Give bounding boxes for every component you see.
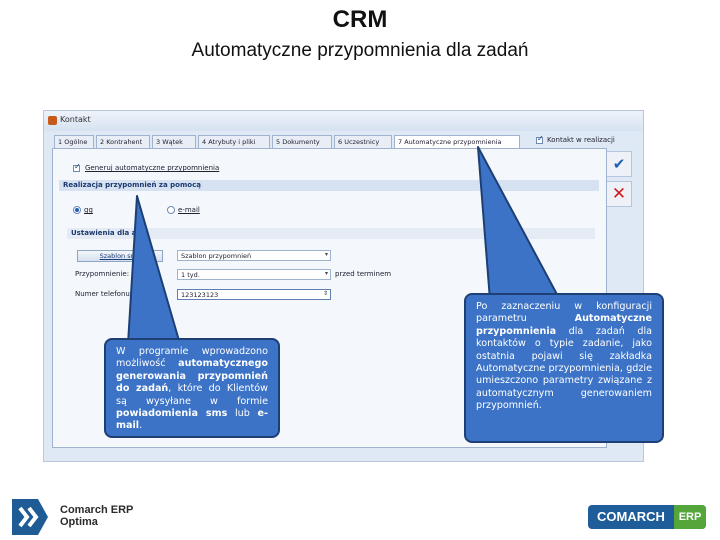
comarch-erp-logo: COMARCH ERP xyxy=(588,505,706,529)
logo-left-text: Comarch ERP Optima xyxy=(60,504,133,528)
right-callout-text-2: dla zadań dla kontaktów o typie zadanie,… xyxy=(476,325,652,412)
callout-pointers xyxy=(127,146,561,345)
comarch-erp-optima-logo-icon xyxy=(12,499,48,535)
left-callout-bold-2: powiadomienia sms xyxy=(116,408,228,420)
left-callout: W programie wprowadzono możliwość automa… xyxy=(104,338,280,438)
logo-left-line2: Optima xyxy=(60,516,98,528)
logo-left-line1: Comarch ERP xyxy=(60,504,134,516)
left-callout-pointer xyxy=(127,195,181,345)
right-callout-pointer xyxy=(477,146,561,301)
right-callout: Po zaznaczeniu w konfiguracji parametru … xyxy=(464,293,664,443)
left-callout-text-3: lub xyxy=(227,408,258,420)
logo-right-erp: ERP xyxy=(674,505,706,529)
logo-right-main: COMARCH xyxy=(597,509,665,524)
left-callout-text-4: . xyxy=(139,420,143,432)
